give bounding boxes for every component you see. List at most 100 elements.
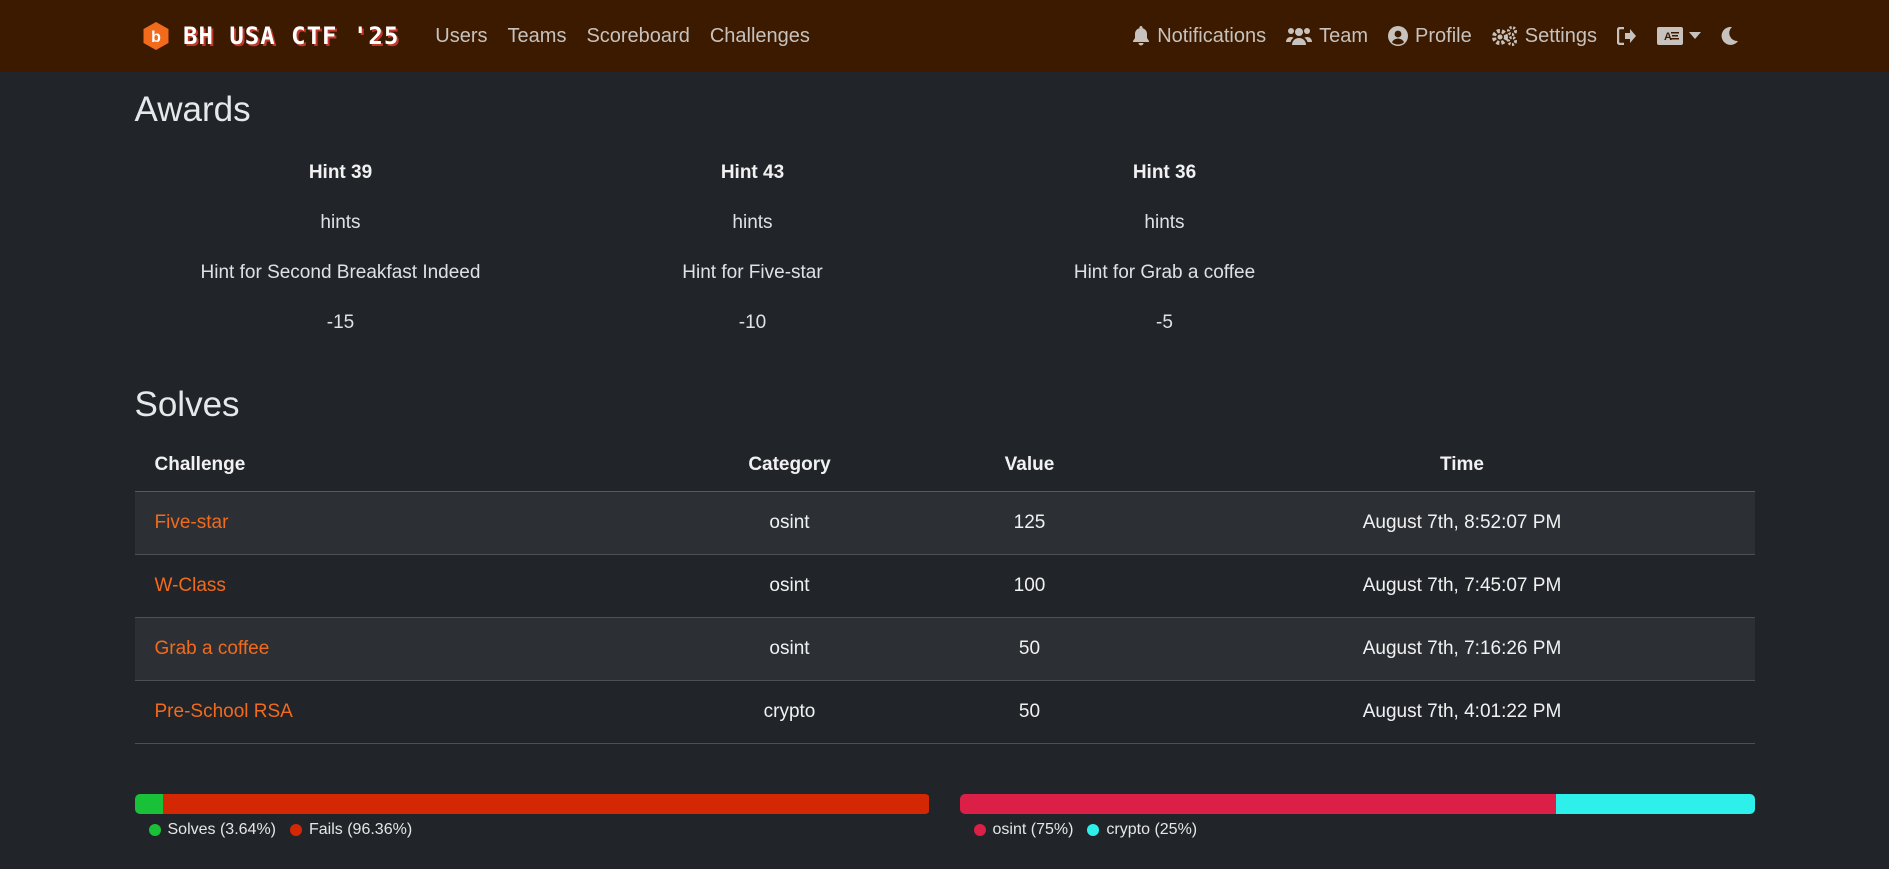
time-cell: August 7th, 7:16:26 PM bbox=[1169, 617, 1755, 681]
user-circle-icon bbox=[1388, 26, 1409, 46]
legend-solves-label: Solves (3.64%) bbox=[167, 820, 277, 838]
chevron-down-icon bbox=[1689, 32, 1701, 40]
challenge-cell: Pre-School RSA bbox=[134, 680, 690, 744]
solves-table: Challenge Category Value Time Five-star … bbox=[134, 439, 1755, 744]
nav-profile-label: Profile bbox=[1415, 24, 1472, 47]
legend-fails-label: Fails (96.36%) bbox=[309, 820, 413, 838]
challenge-cell: Grab a coffee bbox=[134, 617, 690, 681]
value-cell: 125 bbox=[889, 491, 1170, 555]
crypto-dot bbox=[1087, 823, 1100, 836]
nav-team[interactable]: Team bbox=[1277, 25, 1377, 48]
category-segment bbox=[959, 793, 1556, 814]
legend-crypto-label: crypto (25%) bbox=[1106, 820, 1198, 838]
stats-bars: Solves (3.64%) Fails (96.36%) osint (75%… bbox=[134, 793, 1755, 839]
category-cell: osint bbox=[689, 491, 890, 555]
awards-heading: Awards bbox=[134, 90, 251, 129]
moon-icon bbox=[1721, 26, 1739, 46]
table-row: Pre-School RSA crypto 50 August 7th, 4:0… bbox=[134, 680, 1755, 744]
table-row: Five-star osint 125 August 7th, 8:52:07 … bbox=[134, 491, 1755, 555]
legend-fails[interactable]: Fails (96.36%) bbox=[290, 821, 412, 839]
award-category: hints bbox=[732, 212, 773, 233]
language-icon: A bbox=[1657, 27, 1683, 45]
award-category: hints bbox=[320, 212, 361, 233]
legend-osint[interactable]: osint (75%) bbox=[973, 820, 1074, 839]
award-name: Hint 36 bbox=[1132, 162, 1197, 183]
table-header-row: Challenge Category Value Time bbox=[134, 439, 1755, 492]
challenge-cell: W-Class bbox=[134, 554, 690, 618]
award-card: Hint 43 hints Hint for Five-star -10 bbox=[547, 148, 959, 348]
category-bar bbox=[959, 793, 1755, 814]
legend-solves[interactable]: Solves (3.64%) bbox=[148, 820, 277, 839]
language-dropdown[interactable]: A bbox=[1648, 27, 1710, 45]
osint-dot bbox=[973, 823, 986, 836]
value-cell: 100 bbox=[889, 554, 1170, 618]
bell-icon bbox=[1132, 26, 1150, 46]
value-cell: 50 bbox=[889, 680, 1170, 744]
nav-scoreboard[interactable]: Scoreboard bbox=[576, 25, 699, 48]
category-cell: osint bbox=[689, 617, 890, 681]
users-icon bbox=[1286, 26, 1313, 46]
category-chart: osint (75%) crypto (25%) bbox=[959, 793, 1755, 839]
award-description: Hint for Five-star bbox=[682, 262, 823, 283]
table-row: W-Class osint 100 August 7th, 7:45:07 PM bbox=[134, 554, 1755, 618]
brand-title: BH USA CTF '25 bbox=[183, 22, 400, 50]
nav-team-label: Team bbox=[1319, 24, 1369, 47]
solve-fail-segment bbox=[163, 793, 930, 814]
awards-list: Hint 39 hints Hint for Second Breakfast … bbox=[135, 148, 1755, 348]
challenge-link[interactable]: Pre-School RSA bbox=[155, 701, 293, 722]
award-description: Hint for Grab a coffee bbox=[1073, 262, 1256, 283]
nav-users[interactable]: Users bbox=[425, 25, 497, 48]
challenge-link[interactable]: Grab a coffee bbox=[155, 638, 270, 659]
award-card: Hint 36 hints Hint for Grab a coffee -5 bbox=[959, 148, 1371, 348]
time-cell: August 7th, 7:45:07 PM bbox=[1169, 554, 1755, 618]
top-navbar: b BH USA CTF '25 Users Teams Scoreboard … bbox=[0, 0, 1889, 72]
award-value: -5 bbox=[1156, 312, 1173, 333]
sign-out-icon bbox=[1617, 27, 1637, 45]
svg-text:A: A bbox=[1664, 31, 1672, 43]
table-row: Grab a coffee osint 50 August 7th, 7:16:… bbox=[134, 617, 1755, 681]
challenge-cell: Five-star bbox=[134, 491, 690, 555]
value-cell: 50 bbox=[889, 617, 1170, 681]
category-cell: crypto bbox=[689, 680, 890, 744]
theme-toggle[interactable] bbox=[1712, 26, 1748, 46]
solves-heading: Solves bbox=[134, 385, 240, 424]
nav-challenges[interactable]: Challenges bbox=[700, 25, 820, 48]
category-cell: osint bbox=[689, 554, 890, 618]
nav-notifications-label: Notifications bbox=[1157, 24, 1267, 47]
solve-fail-chart: Solves (3.64%) Fails (96.36%) bbox=[134, 793, 930, 839]
nav-profile[interactable]: Profile bbox=[1379, 25, 1481, 48]
svg-text:b: b bbox=[151, 29, 161, 46]
legend-crypto[interactable]: crypto (25%) bbox=[1087, 821, 1197, 839]
award-value: -10 bbox=[738, 312, 767, 333]
award-description: Hint for Second Breakfast Indeed bbox=[200, 262, 481, 283]
cogs-icon bbox=[1491, 26, 1518, 46]
solve-fail-segment bbox=[134, 793, 164, 814]
col-category: Category bbox=[689, 439, 890, 492]
nav-settings-label: Settings bbox=[1524, 24, 1597, 47]
brand-link[interactable]: b BH USA CTF '25 bbox=[141, 21, 399, 51]
main-nav: Users Teams Scoreboard Challenges bbox=[425, 25, 820, 48]
logout-button[interactable] bbox=[1608, 27, 1646, 45]
challenge-link[interactable]: Five-star bbox=[155, 512, 229, 533]
nav-teams[interactable]: Teams bbox=[498, 25, 577, 48]
award-name: Hint 43 bbox=[720, 162, 785, 183]
category-legend: osint (75%) crypto (25%) bbox=[960, 821, 1755, 839]
award-name: Hint 39 bbox=[308, 162, 373, 183]
award-card: Hint 39 hints Hint for Second Breakfast … bbox=[135, 148, 547, 348]
solve-fail-legend: Solves (3.64%) Fails (96.36%) bbox=[135, 821, 930, 839]
time-cell: August 7th, 4:01:22 PM bbox=[1169, 680, 1755, 744]
legend-osint-label: osint (75%) bbox=[992, 820, 1074, 838]
solve-fail-bar bbox=[134, 793, 930, 814]
nav-settings[interactable]: Settings bbox=[1483, 25, 1606, 48]
nav-notifications[interactable]: Notifications bbox=[1123, 25, 1275, 48]
award-category: hints bbox=[1144, 212, 1185, 233]
bh-logo-icon: b bbox=[141, 21, 171, 51]
category-segment bbox=[1555, 793, 1755, 814]
solves-dot bbox=[148, 823, 161, 836]
main-content: Awards Hint 39 hints Hint for Second Bre… bbox=[134, 87, 1755, 839]
award-value: -15 bbox=[326, 312, 355, 333]
challenge-link[interactable]: W-Class bbox=[155, 575, 226, 596]
time-cell: August 7th, 8:52:07 PM bbox=[1169, 491, 1755, 555]
col-challenge: Challenge bbox=[134, 439, 690, 492]
user-nav: Notifications Team Profile Settings A bbox=[1123, 25, 1748, 48]
